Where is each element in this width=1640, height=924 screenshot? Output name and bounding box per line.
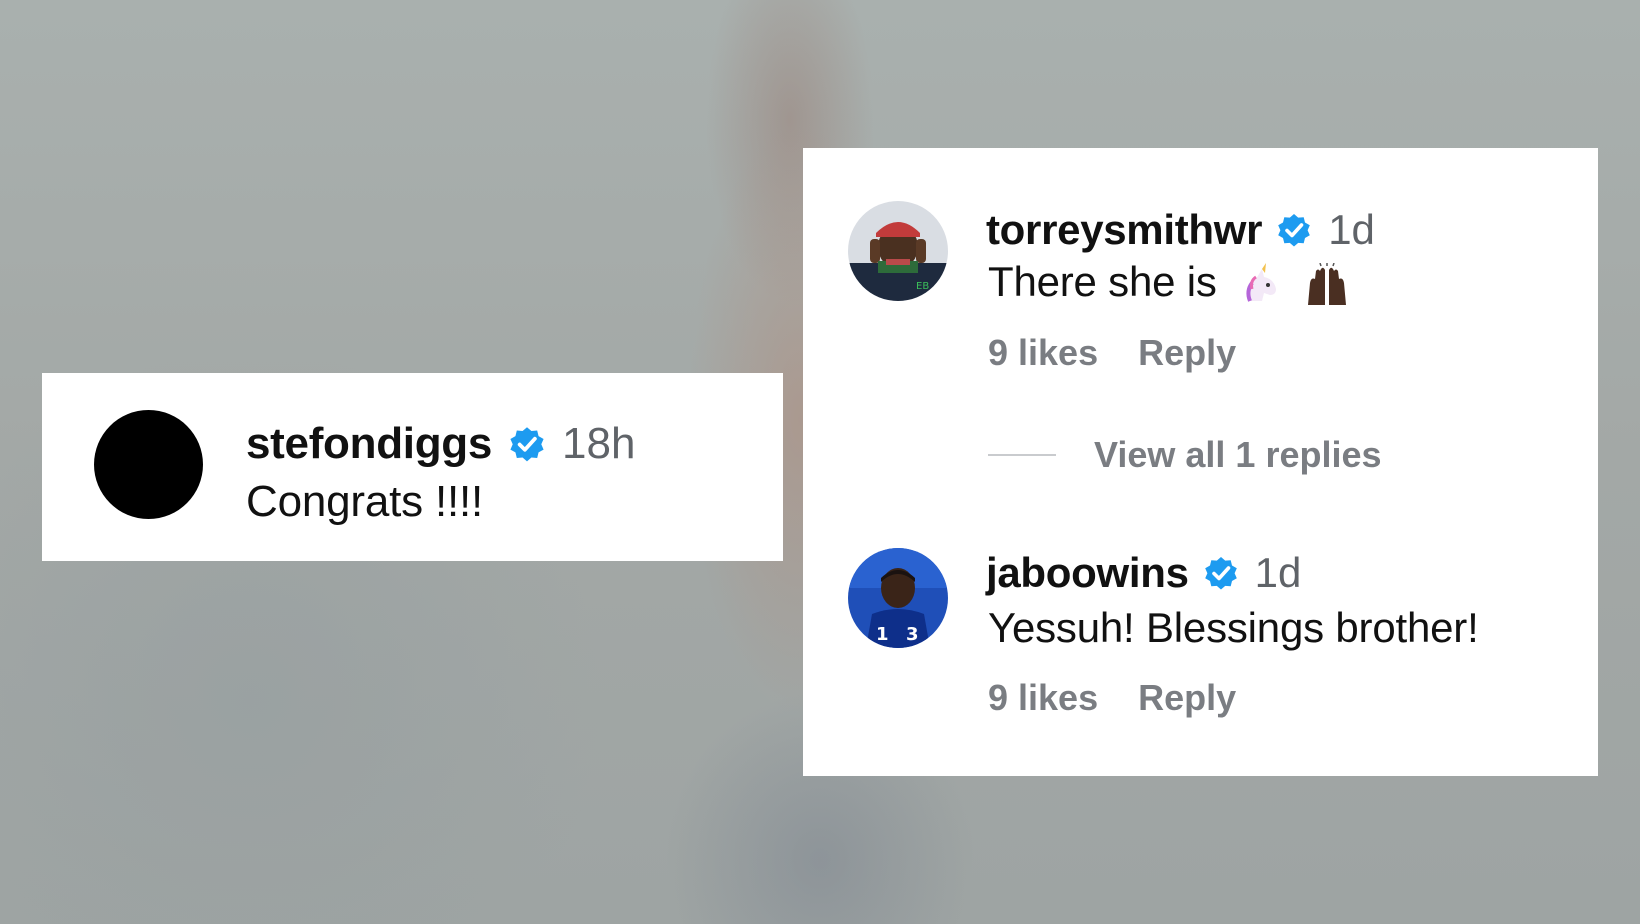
timestamp: 1d bbox=[1254, 549, 1302, 596]
svg-text:EB: EB bbox=[916, 281, 929, 292]
reply-button[interactable]: Reply bbox=[1138, 332, 1236, 374]
comment-text-stefondiggs: Congrats !!!! bbox=[246, 477, 484, 526]
avatar-stefondiggs[interactable] bbox=[94, 410, 203, 519]
verified-badge-icon bbox=[506, 423, 548, 465]
reply-button[interactable]: Reply bbox=[1138, 677, 1236, 719]
unicorn-icon bbox=[1240, 262, 1284, 307]
comment-text-torreysmithwr: There she is bbox=[988, 258, 1350, 307]
view-replies-button[interactable]: View all 1 replies bbox=[1094, 434, 1382, 476]
avatar-jaboowins[interactable]: 1 3 bbox=[848, 548, 948, 648]
comment-header: jaboowins 1d bbox=[986, 546, 1301, 600]
comment-text-jaboowins: Yessuh! Blessings brother! bbox=[988, 604, 1479, 651]
comment-meta-jaboowins: 9 likes Reply bbox=[988, 677, 1236, 719]
comment-card-thread: EB torreysmithwr 1d There she is 9 likes… bbox=[803, 148, 1598, 776]
comment-card-stefondiggs: stefondiggs 18h Congrats !!!! bbox=[42, 373, 783, 561]
replies-divider bbox=[988, 454, 1056, 456]
username-torreysmithwr[interactable]: torreysmithwr bbox=[986, 206, 1262, 254]
verified-badge-icon bbox=[1201, 553, 1241, 593]
comment-header: stefondiggs 18h bbox=[246, 417, 635, 471]
avatar-torreysmithwr[interactable]: EB bbox=[848, 201, 948, 301]
username-stefondiggs[interactable]: stefondiggs bbox=[246, 419, 492, 469]
timestamp: 18h bbox=[562, 419, 636, 468]
likes-count[interactable]: 9 likes bbox=[988, 332, 1098, 374]
svg-text:3: 3 bbox=[906, 624, 919, 645]
username-jaboowins[interactable]: jaboowins bbox=[986, 549, 1189, 597]
comment-meta-torreysmithwr: 9 likes Reply bbox=[988, 332, 1236, 374]
likes-count[interactable]: 9 likes bbox=[988, 677, 1098, 719]
svg-text:1: 1 bbox=[876, 624, 889, 645]
view-replies[interactable]: View all 1 replies bbox=[988, 434, 1382, 476]
comment-header: torreysmithwr 1d bbox=[986, 203, 1375, 257]
timestamp: 1d bbox=[1328, 206, 1375, 253]
verified-badge-icon bbox=[1274, 210, 1314, 250]
comment-text-content: There she is bbox=[988, 258, 1217, 305]
raised-hands-icon bbox=[1304, 262, 1350, 307]
